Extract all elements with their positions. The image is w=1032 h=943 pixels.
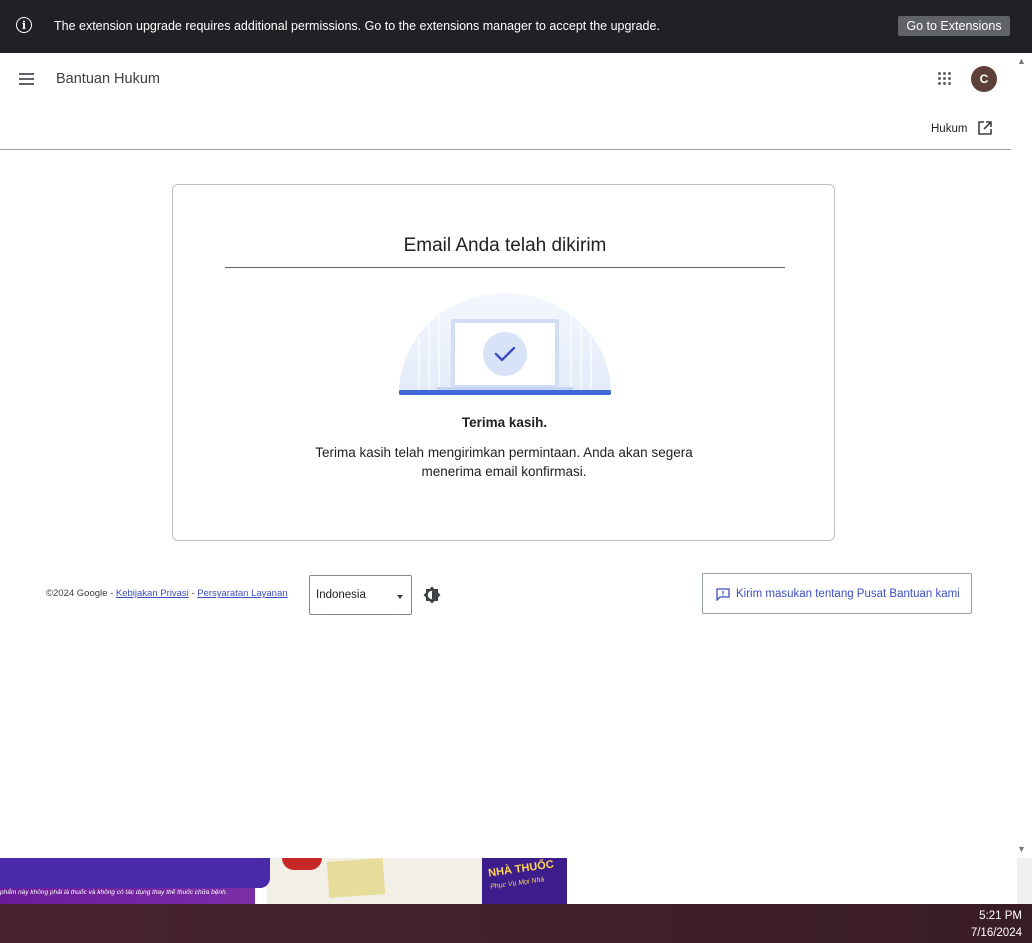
- apps-grid-icon[interactable]: [938, 72, 952, 86]
- dark-mode-toggle-icon[interactable]: [423, 586, 441, 604]
- taskbar-clock[interactable]: 5:21 PM 7/16/2024: [971, 908, 1022, 942]
- confirmation-card: Email Anda telah dikirim Terima kasih. T…: [172, 184, 835, 541]
- copyright-text: ©2024 Google: [46, 588, 108, 599]
- send-feedback-label: Kirim masukan tentang Pusat Bantuan kami: [736, 588, 960, 600]
- go-to-extensions-button[interactable]: Go to Extensions: [898, 16, 1010, 36]
- terms-of-service-link[interactable]: Persyaratan Layanan: [197, 588, 287, 599]
- clock-time: 5:21 PM: [979, 910, 1022, 922]
- sub-header: Hukum: [0, 103, 1011, 150]
- open-in-new-icon[interactable]: [977, 120, 993, 136]
- ad-brand-sub: Phục Vụ Mọi Nhà: [489, 876, 545, 891]
- page-scrollbar[interactable]: [1017, 858, 1032, 904]
- ad-disclaimer: phẩm này không phải là thuốc và không có…: [0, 889, 228, 896]
- footer-separator: -: [107, 588, 116, 599]
- extension-notification-bar: i The extension upgrade requires additio…: [0, 0, 1032, 53]
- taskbar: 5:21 PM 7/16/2024: [0, 904, 1032, 943]
- language-select[interactable]: Indonesia: [309, 575, 412, 615]
- notification-message: The extension upgrade requires additiona…: [54, 19, 660, 33]
- browser-window: Bantuan Hukum C Hukum Email Anda telah d…: [0, 53, 1027, 858]
- clock-date: 7/16/2024: [970, 927, 1022, 939]
- footer-links: ©2024 Google - Kebijakan Privasi - Persy…: [46, 588, 288, 599]
- background-ad-banner: phẩm này không phải là thuốc và không có…: [0, 858, 567, 904]
- thanks-message: Terima kasih telah mengirimkan permintaa…: [315, 445, 693, 479]
- site-title[interactable]: Bantuan Hukum: [56, 71, 160, 87]
- menu-icon[interactable]: [19, 73, 34, 85]
- window-scrollbar[interactable]: ▲ ▼: [1015, 53, 1027, 858]
- app-header: Bantuan Hukum C: [0, 53, 1015, 103]
- hukum-link[interactable]: Hukum: [931, 123, 967, 135]
- background-page: phẩm này không phải là thuốc và không có…: [0, 858, 1032, 904]
- language-select-value: Indonesia: [316, 589, 366, 601]
- feedback-icon: [716, 588, 730, 601]
- footer-separator: -: [188, 588, 198, 599]
- card-title: Email Anda telah dikirim: [225, 235, 785, 268]
- scroll-down-icon[interactable]: ▼: [1017, 845, 1026, 854]
- privacy-policy-link[interactable]: Kebijakan Privasi: [116, 588, 189, 599]
- thanks-heading: Terima kasih.: [461, 415, 548, 430]
- chevron-down-icon: [397, 595, 403, 599]
- info-icon: i: [16, 17, 32, 33]
- send-feedback-button[interactable]: Kirim masukan tentang Pusat Bantuan kami: [702, 573, 972, 614]
- ad-brand: NHÀ THUỐC: [487, 858, 555, 880]
- avatar[interactable]: C: [971, 66, 997, 92]
- laptop-check-illustration: [399, 293, 611, 395]
- scroll-up-icon[interactable]: ▲: [1017, 57, 1026, 66]
